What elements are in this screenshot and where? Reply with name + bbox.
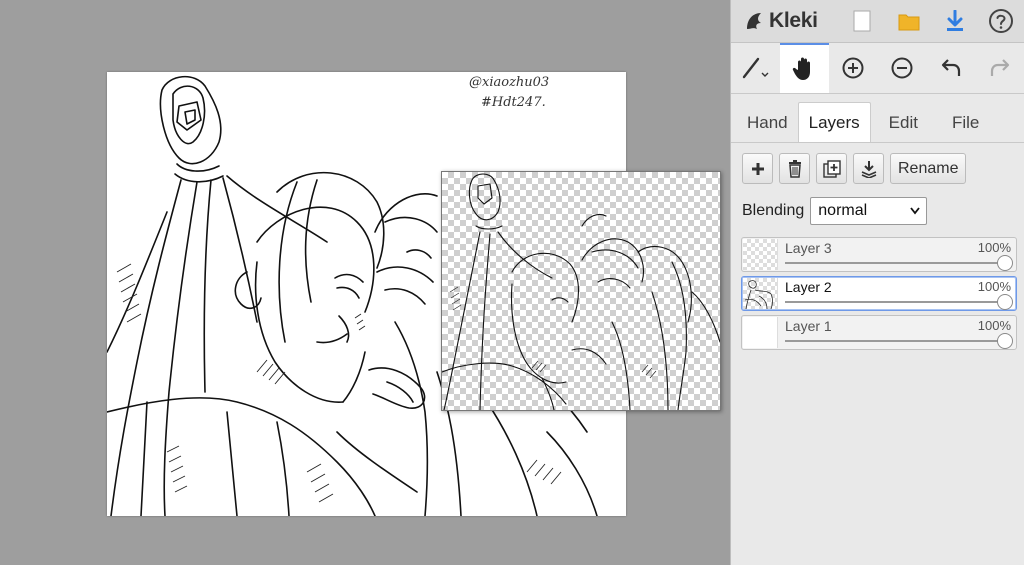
tab-file[interactable]: File bbox=[942, 103, 989, 142]
watermark-tag: #Hdt247. bbox=[481, 95, 546, 110]
open-file-button[interactable] bbox=[885, 0, 931, 42]
redo-button[interactable] bbox=[975, 43, 1024, 93]
side-panel: Kleki Hand Layers Edit File Rename Blend… bbox=[730, 0, 1024, 565]
blending-row: Blending normal bbox=[731, 184, 1024, 225]
trash-icon bbox=[788, 159, 801, 178]
layer-opacity: 100% bbox=[977, 240, 1011, 255]
chevron-down-icon bbox=[910, 207, 920, 215]
layer-name: Layer 1 bbox=[785, 318, 832, 334]
layer-list: Layer 3 100% Layer 2 100% Layer 1 100% bbox=[741, 237, 1017, 354]
layer-item[interactable]: Layer 3 100% bbox=[741, 237, 1017, 272]
layer-preview-drawing bbox=[442, 173, 720, 410]
tab-hand[interactable]: Hand bbox=[737, 103, 798, 142]
opacity-slider-handle[interactable] bbox=[997, 333, 1013, 349]
layer-name: Layer 3 bbox=[785, 240, 832, 256]
add-layer-button[interactable] bbox=[742, 153, 773, 184]
layer-preview-overlay bbox=[441, 171, 721, 411]
folder-icon bbox=[898, 14, 920, 31]
brush-icon bbox=[743, 57, 769, 79]
kleki-logo-icon bbox=[747, 13, 761, 29]
zoom-in-button[interactable] bbox=[829, 43, 878, 93]
undo-icon bbox=[941, 59, 960, 76]
new-file-button[interactable] bbox=[839, 0, 885, 42]
hand-tool-button[interactable] bbox=[779, 43, 829, 93]
download-icon bbox=[946, 10, 963, 31]
blending-label: Blending bbox=[742, 202, 805, 219]
layer-actions: Rename bbox=[731, 143, 1024, 184]
duplicate-layer-button[interactable] bbox=[816, 153, 847, 184]
duplicate-icon bbox=[822, 159, 841, 178]
layer-thumbnail bbox=[743, 239, 778, 270]
top-bar: Kleki bbox=[731, 0, 1024, 43]
zoom-out-button[interactable] bbox=[877, 43, 926, 93]
new-file-icon bbox=[853, 10, 871, 32]
layer-opacity: 100% bbox=[977, 318, 1011, 333]
layer-name: Layer 2 bbox=[785, 279, 832, 295]
app-logo[interactable]: Kleki bbox=[731, 9, 839, 33]
help-icon bbox=[988, 9, 1013, 33]
zoom-out-icon bbox=[891, 57, 913, 79]
save-button[interactable] bbox=[932, 0, 978, 42]
opacity-slider-handle[interactable] bbox=[997, 255, 1013, 271]
panel-tabs: Hand Layers Edit File bbox=[731, 94, 1024, 143]
help-button[interactable] bbox=[978, 0, 1024, 42]
blending-select[interactable]: normal bbox=[810, 197, 928, 225]
tool-row bbox=[731, 43, 1024, 94]
hand-icon bbox=[793, 57, 811, 80]
plus-icon bbox=[751, 162, 764, 175]
delete-layer-button[interactable] bbox=[779, 153, 810, 184]
layer-opacity: 100% bbox=[977, 279, 1011, 294]
opacity-slider[interactable] bbox=[785, 333, 1013, 349]
redo-icon bbox=[990, 59, 1009, 76]
rename-layer-button[interactable]: Rename bbox=[890, 153, 967, 184]
layer-thumbnail bbox=[743, 278, 778, 309]
undo-button[interactable] bbox=[926, 43, 975, 93]
layer-thumbnail bbox=[743, 317, 778, 348]
opacity-slider[interactable] bbox=[785, 294, 1013, 310]
tab-edit[interactable]: Edit bbox=[879, 103, 928, 142]
blending-value: normal bbox=[818, 202, 868, 219]
app-name: Kleki bbox=[769, 9, 818, 32]
merge-down-icon bbox=[861, 160, 876, 178]
watermark-handle: @xiaozhu03 bbox=[469, 75, 549, 90]
zoom-in-icon bbox=[842, 57, 864, 79]
merge-layer-button[interactable] bbox=[853, 153, 884, 184]
brush-tool-button[interactable] bbox=[731, 43, 780, 93]
tab-layers[interactable]: Layers bbox=[797, 102, 871, 142]
opacity-slider[interactable] bbox=[785, 255, 1013, 271]
opacity-slider-handle[interactable] bbox=[997, 294, 1013, 310]
layer-thumbnail-art bbox=[744, 280, 773, 309]
layer-item[interactable]: Layer 2 100% bbox=[741, 276, 1017, 311]
canvas-workspace[interactable]: @xiaozhu03 #Hdt247. bbox=[0, 0, 730, 565]
layer-item[interactable]: Layer 1 100% bbox=[741, 315, 1017, 350]
